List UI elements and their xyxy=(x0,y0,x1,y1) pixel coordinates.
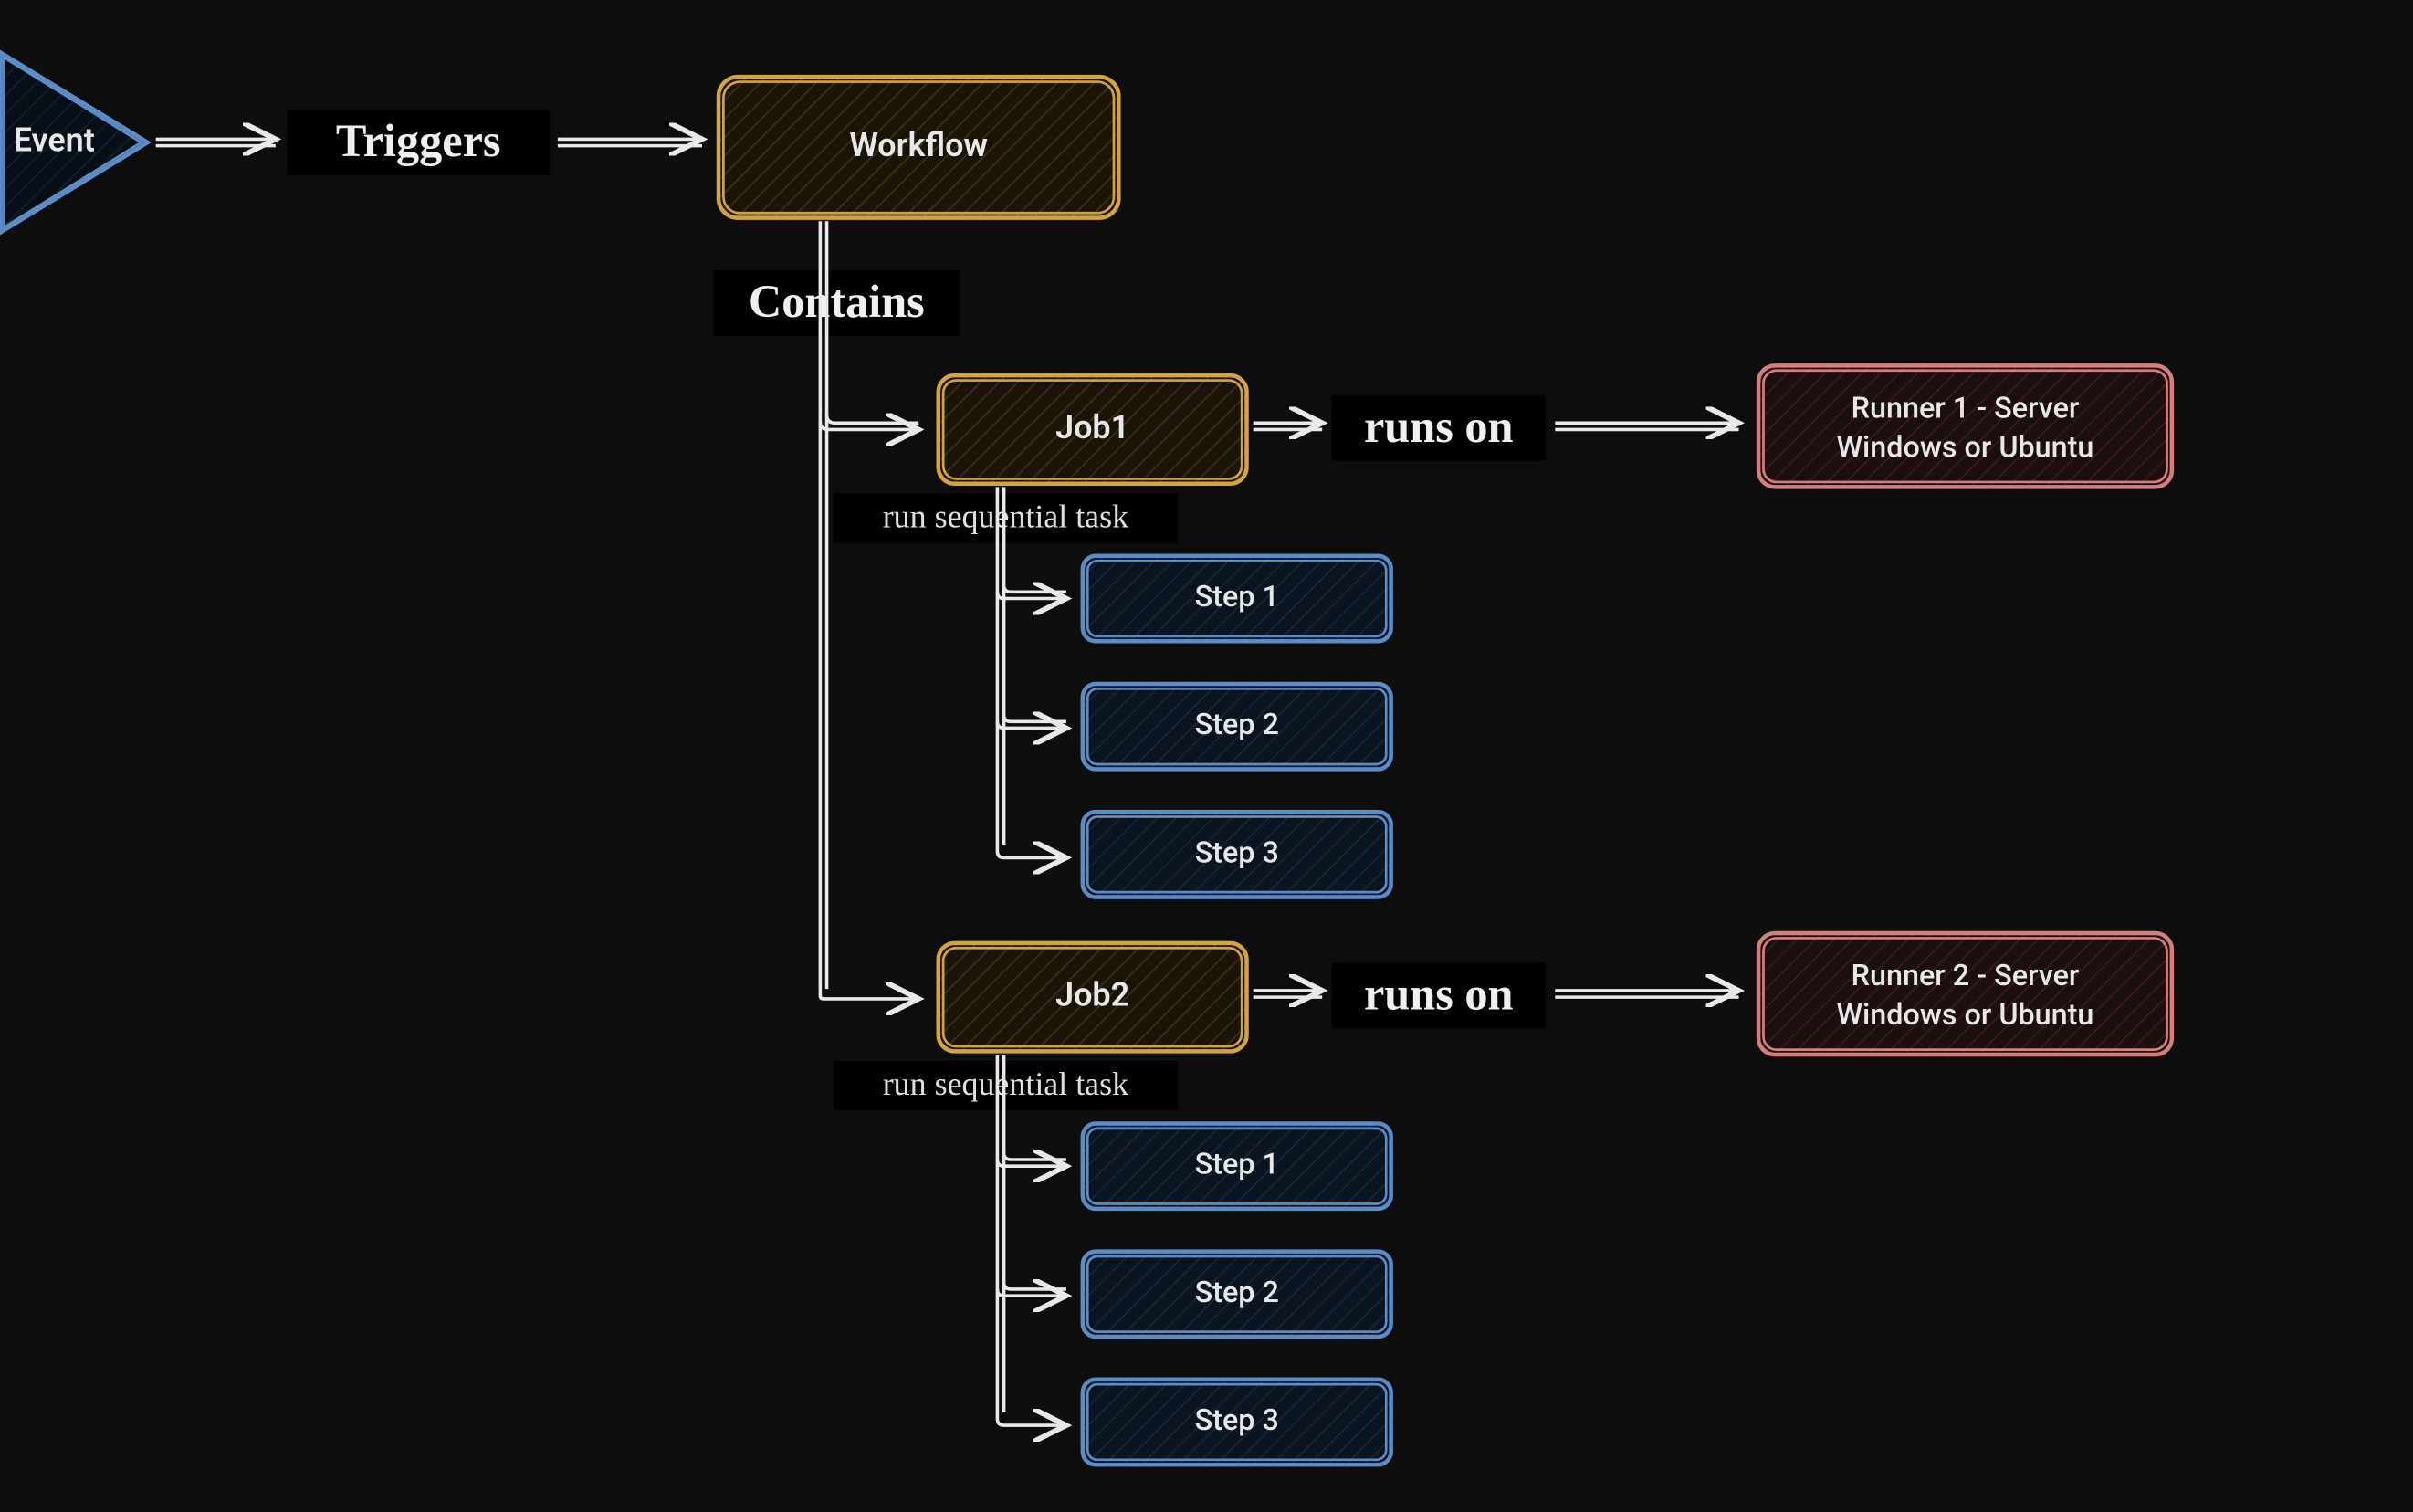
job1-step2-node: Step 2 xyxy=(1083,684,1391,769)
runner2-line1: Runner 2 - Server xyxy=(1852,958,2080,992)
job2-node: Job2 xyxy=(939,943,1247,1052)
job1-node: Job1 xyxy=(939,375,1247,484)
job2-step1-label: Step 1 xyxy=(1195,1147,1279,1181)
job1-step3-label: Step 3 xyxy=(1195,835,1279,869)
job2-step1-node: Step 1 xyxy=(1083,1123,1391,1208)
runner1-node: Runner 1 - Server Windows or Ubuntu xyxy=(1758,365,2172,487)
edge-job2-runs-on: runs on xyxy=(1254,962,1739,1028)
svg-text:run sequential task: run sequential task xyxy=(883,499,1128,535)
job1-runs-on-label: runs on xyxy=(1364,401,1514,452)
runner2-node: Runner 2 - Server Windows or Ubuntu xyxy=(1758,933,2172,1055)
workflow-label: Workflow xyxy=(849,126,988,164)
job2-step2-label: Step 2 xyxy=(1195,1275,1279,1309)
svg-text:run sequential task: run sequential task xyxy=(883,1066,1128,1102)
runner1-line1: Runner 1 - Server xyxy=(1852,390,2080,425)
job2-label: Job2 xyxy=(1055,976,1129,1014)
job2-step3-label: Step 3 xyxy=(1195,1402,1279,1437)
edge-triggers: Triggers xyxy=(156,110,702,175)
contains-label: Contains xyxy=(749,276,925,327)
event-label: Event xyxy=(14,121,95,160)
job2-runs-on-label: runs on xyxy=(1364,968,1514,1019)
runner2-line2: Windows or Ubuntu xyxy=(1837,997,2094,1032)
job1-step3-node: Step 3 xyxy=(1083,812,1391,897)
job1-step1-label: Step 1 xyxy=(1195,579,1279,614)
job1-label: Job1 xyxy=(1055,408,1129,446)
event-node: Event xyxy=(0,52,148,233)
edge-contains: Contains xyxy=(714,270,960,336)
job2-step3-node: Step 3 xyxy=(1083,1380,1391,1465)
job2-step2-node: Step 2 xyxy=(1083,1252,1391,1337)
runner1-line2: Windows or Ubuntu xyxy=(1837,430,2094,465)
edge-job1-runs-on: runs on xyxy=(1254,395,1739,461)
job1-step1-node: Step 1 xyxy=(1083,556,1391,641)
job1-step2-label: Step 2 xyxy=(1195,707,1279,741)
triggers-label: Triggers xyxy=(336,115,501,166)
workflow-node: Workflow xyxy=(719,77,1118,218)
